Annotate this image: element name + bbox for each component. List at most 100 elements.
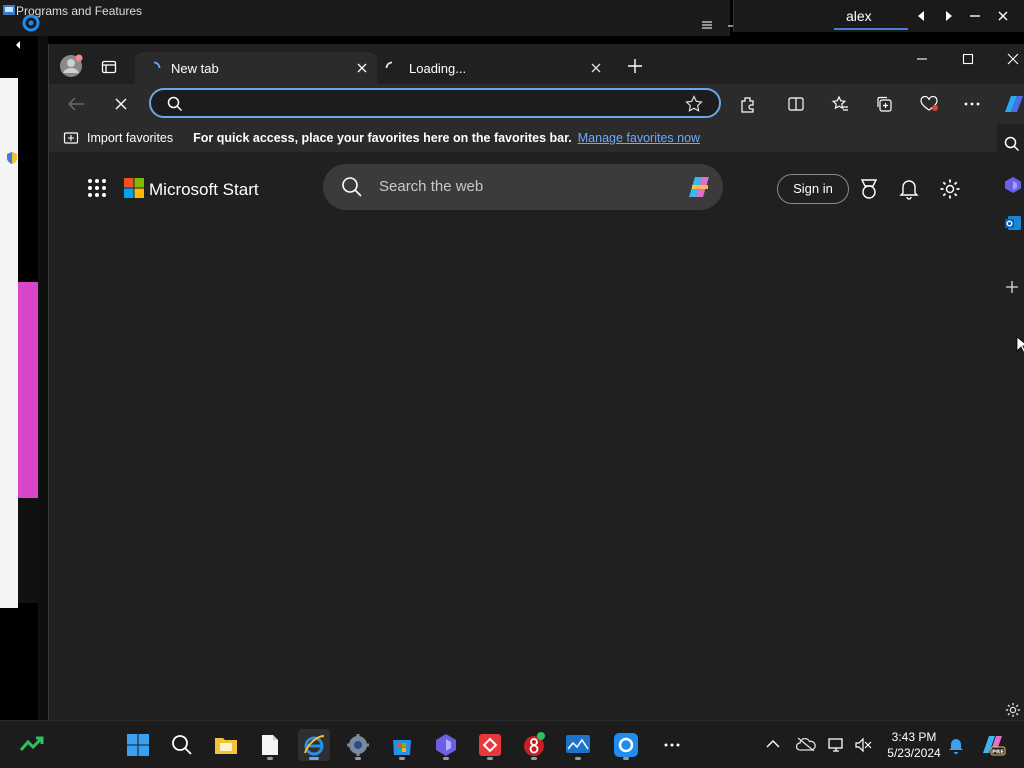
active-indicator (309, 757, 319, 760)
settings-gear-icon[interactable] (939, 178, 961, 200)
onedrive-offline-icon[interactable] (796, 737, 816, 751)
notification-bell-icon[interactable] (948, 736, 964, 754)
settings-gear-icon (347, 734, 369, 756)
more-options-icon (664, 743, 680, 747)
prev-arrow-icon[interactable] (916, 10, 926, 22)
new-tab-page: Microsoft Start Search the web Sign in (53, 154, 993, 720)
add-sidebar-app-icon[interactable] (1005, 280, 1019, 294)
tab-label: Loading... (409, 60, 467, 76)
sign-in-button[interactable]: Sign in (777, 174, 849, 204)
taskbar-store[interactable] (386, 729, 418, 761)
import-favorites-button[interactable]: Import favorites (87, 131, 173, 145)
tab-strip: New tab Loading... (49, 44, 1024, 84)
edge-sidebar (997, 124, 1024, 720)
split-screen-icon[interactable] (787, 95, 805, 113)
running-indicator (623, 757, 629, 760)
close-tab-icon[interactable] (589, 61, 603, 75)
taskbar-security-app[interactable] (518, 729, 550, 761)
running-indicator (399, 757, 405, 760)
outlook-icon[interactable] (1004, 214, 1022, 232)
windows-logo-icon (127, 734, 149, 756)
document-icon (262, 735, 278, 755)
taskbar-notepad[interactable] (254, 729, 286, 761)
volume-muted-icon[interactable] (854, 737, 872, 753)
next-arrow-icon[interactable] (944, 10, 954, 22)
tab-loading[interactable]: Loading... (379, 52, 611, 84)
remote-desktop-icon[interactable] (22, 14, 40, 32)
background-window-titlebar: Programs and Features (0, 0, 730, 36)
taskbar-overflow-button[interactable] (656, 729, 688, 761)
running-indicator (531, 757, 537, 760)
browser-toolbar (49, 84, 1024, 124)
tab-new-tab[interactable]: New tab (135, 52, 377, 84)
maximize-icon[interactable] (961, 52, 975, 66)
rewards-icon[interactable] (859, 178, 879, 200)
stock-widget-icon[interactable] (20, 735, 44, 753)
brand-name[interactable]: Microsoft Start (149, 180, 259, 200)
taskbar-monitor-app[interactable] (562, 729, 594, 761)
apps-launcher-icon[interactable] (87, 178, 107, 198)
copilot-icon[interactable] (1001, 92, 1024, 116)
taskbar-remote-desktop[interactable] (610, 729, 642, 761)
clock-time: 3:43 PM (891, 730, 937, 744)
favorite-star-icon[interactable] (685, 95, 703, 113)
more-options-icon[interactable] (963, 95, 981, 113)
system-clock[interactable]: 3:43 PM 5/23/2024 (884, 729, 944, 761)
designer-icon (436, 734, 456, 756)
browser-essentials-icon[interactable] (919, 95, 939, 113)
shield-icon (6, 152, 18, 164)
minimize-icon[interactable] (915, 52, 929, 66)
search-placeholder[interactable]: Search the web (379, 178, 483, 195)
stop-loading-icon[interactable] (113, 96, 129, 112)
taskbar: 3:43 PM 5/23/2024 PRE (0, 720, 1024, 768)
running-indicator (355, 757, 361, 760)
control-panel-icon (2, 4, 16, 18)
taskbar-anydesk[interactable] (474, 729, 506, 761)
favorites-bar-hint: For quick access, place your favorites h… (193, 131, 572, 145)
search-icon[interactable] (1004, 136, 1020, 152)
back-arrow-icon[interactable] (67, 96, 85, 112)
web-search-box[interactable]: Search the web (323, 164, 723, 210)
tab-actions-icon[interactable] (101, 59, 117, 75)
copilot-icon[interactable] (683, 173, 713, 201)
edge-browser-window: New tab Loading... Import favorites For … (48, 44, 1024, 720)
scroll-arrow-icon[interactable] (14, 40, 22, 50)
close-icon[interactable] (1006, 52, 1020, 66)
taskbar-internet-explorer[interactable] (298, 729, 330, 761)
favorites-icon[interactable] (831, 95, 849, 113)
taskbar-file-explorer[interactable] (210, 729, 242, 761)
address-bar[interactable] (149, 88, 721, 118)
manage-favorites-link[interactable]: Manage favorites now (578, 131, 700, 145)
show-hidden-icons-chevron-icon[interactable] (766, 739, 780, 749)
network-display-icon[interactable] (828, 737, 846, 753)
background-strip (38, 36, 48, 720)
menu-icon[interactable] (700, 18, 714, 32)
close-icon[interactable] (996, 9, 1010, 23)
new-tab-icon[interactable] (627, 58, 643, 74)
remote-user-name[interactable]: alex (846, 8, 872, 24)
extensions-icon[interactable] (739, 95, 757, 113)
notifications-bell-icon[interactable] (899, 178, 919, 200)
designer-icon[interactable] (1004, 176, 1022, 194)
close-tab-icon[interactable] (355, 61, 369, 75)
folder-icon (215, 738, 237, 754)
mouse-cursor-icon (1016, 336, 1024, 354)
profile-avatar-icon[interactable] (59, 54, 83, 78)
taskbar-settings[interactable] (342, 729, 374, 761)
sidebar-settings-gear-icon[interactable] (1005, 702, 1021, 718)
taskbar-designer[interactable] (430, 729, 462, 761)
start-button[interactable] (122, 729, 154, 761)
running-indicator (443, 757, 449, 760)
remote-user-panel: alex (733, 0, 1024, 32)
clock-date: 5/23/2024 (887, 746, 941, 760)
collections-icon[interactable] (875, 95, 893, 113)
minimize-icon[interactable] (968, 9, 982, 23)
remote-desktop-icon (614, 733, 638, 757)
monitor-chart-icon (566, 735, 590, 753)
taskbar-search-button[interactable] (166, 729, 198, 761)
loading-spinner-icon (385, 61, 399, 75)
copilot-pre-icon[interactable]: PRE (980, 733, 1006, 757)
running-indicator (267, 757, 273, 760)
search-icon (341, 176, 363, 198)
tab-label: New tab (171, 60, 219, 76)
